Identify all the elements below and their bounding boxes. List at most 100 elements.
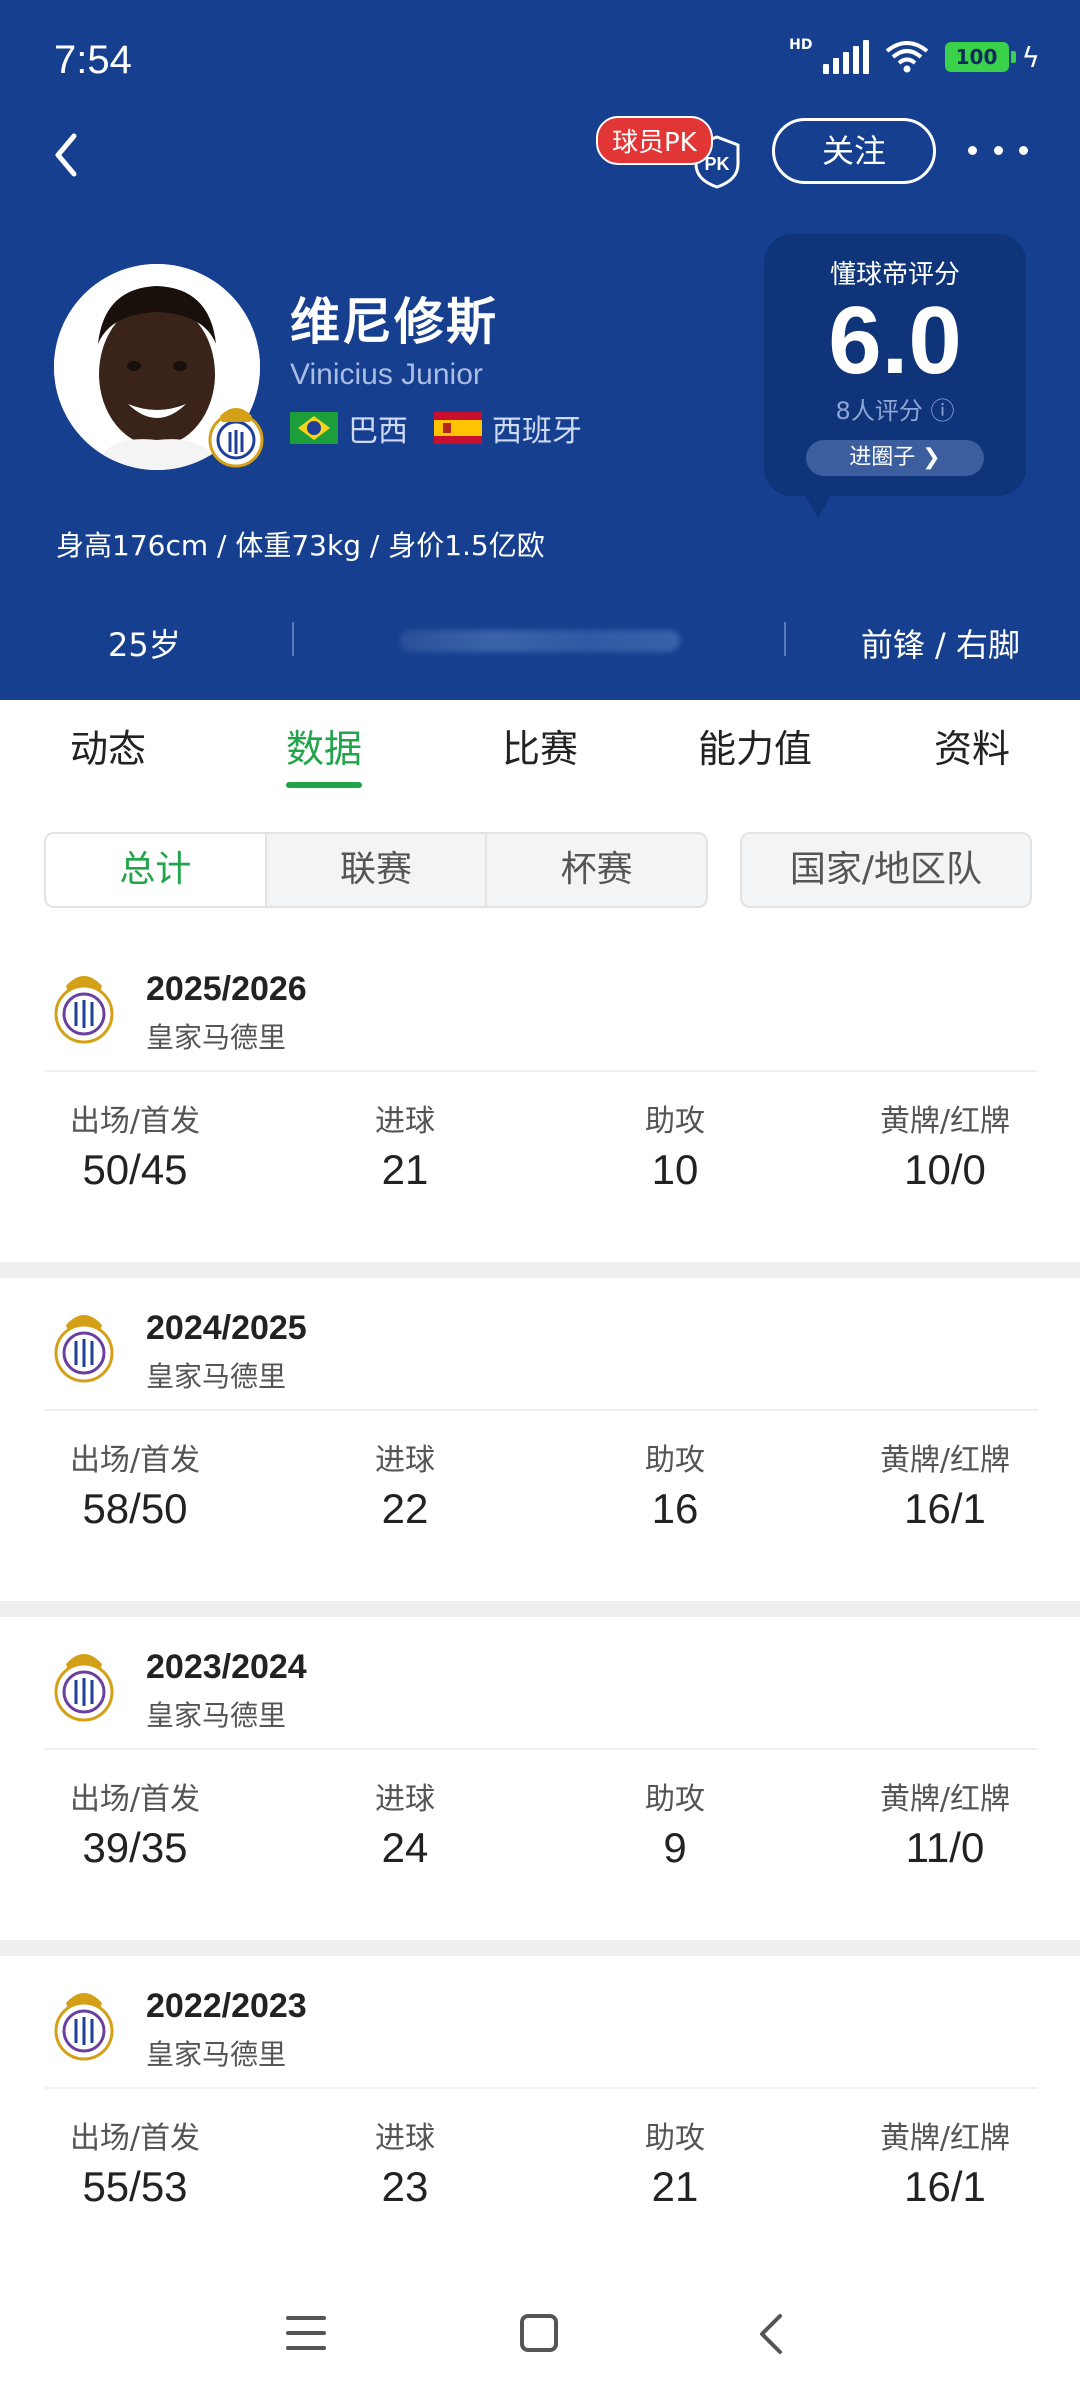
tab-feed[interactable]: 动态: [70, 718, 146, 773]
season-year: 2024/2025: [146, 1309, 307, 1347]
stat-value: 21: [651, 2163, 699, 2210]
stat-label: 进球: [375, 1443, 435, 1478]
nationalities: 巴西 西班牙: [290, 406, 582, 450]
stat-label: 黄牌/红牌: [879, 1782, 1011, 1817]
row-separator: [44, 1409, 1038, 1411]
tab-matches[interactable]: 比赛: [502, 718, 578, 773]
club-crest-icon: [52, 1301, 116, 1383]
stat-value: 9: [663, 1824, 687, 1871]
season-club: 皇家马德里: [146, 1021, 287, 1054]
rating-label: 懂球帝评分: [829, 260, 960, 290]
stat-cards: 黄牌/红牌 16/1: [830, 1435, 1060, 1533]
season-card[interactable]: 2024/2025 皇家马德里 出场/首发 58/50 进球 22 助攻 16 黄牌/红牌 16/…: [0, 1279, 1080, 1601]
status-bar: 7:54 HD 100 ϟ: [0, 0, 1080, 110]
stat-value: 23: [381, 2163, 429, 2210]
system-nav-bar: [0, 2284, 1080, 2400]
status-time: 7:54: [54, 38, 132, 82]
stat-label: 助攻: [645, 1443, 705, 1478]
stat-label: 进球: [375, 1104, 435, 1139]
battery-level: 100: [944, 42, 1009, 72]
player-header: 7:54 HD 100 ϟ PK 球员PK 关注 维尼修斯 Vinicius J…: [0, 0, 1080, 700]
player-english-name: Vinicius Junior: [290, 358, 483, 391]
stat-value: 50/45: [82, 1146, 188, 1193]
join-circle-button[interactable]: 进圈子 ❯: [806, 440, 984, 476]
player-name: 维尼修斯: [290, 293, 498, 351]
stat-value: 39/35: [82, 1824, 188, 1871]
stat-label: 进球: [375, 2121, 435, 2156]
divider: [784, 622, 786, 656]
tab-data[interactable]: 数据: [286, 718, 362, 773]
stat-value: 55/53: [82, 2163, 188, 2210]
stat-label: 黄牌/红牌: [879, 2121, 1011, 2156]
filter-league[interactable]: 联赛: [266, 834, 488, 906]
wifi-icon: [885, 41, 928, 73]
stat-label: 助攻: [645, 2121, 705, 2156]
stat-goals: 进球 22: [290, 1435, 520, 1533]
stat-assists: 助攻 16: [560, 1435, 790, 1533]
row-separator: [44, 1070, 1038, 1072]
tab-bar: 动态 数据 比赛 能力值 资料: [0, 700, 1080, 794]
club-crest-icon: [208, 408, 264, 468]
stat-value: 10: [651, 1146, 699, 1193]
stat-apps: 出场/首发 50/45: [20, 1096, 250, 1194]
stat-label: 出场/首发: [69, 1782, 201, 1817]
nationality-1: 巴西: [348, 414, 408, 449]
season-card[interactable]: 2022/2023 皇家马德里 出场/首发 55/53 进球 23 助攻 21 黄牌/红牌 16/…: [0, 1957, 1080, 2279]
stat-value: 16: [651, 1485, 699, 1532]
tab-ability[interactable]: 能力值: [698, 718, 812, 773]
stat-value: 11/0: [905, 1824, 985, 1871]
competition-filter: 总计 联赛 杯赛: [44, 832, 708, 908]
nationality-2: 西班牙: [492, 414, 582, 449]
stat-assists: 助攻 9: [560, 1774, 790, 1872]
stat-assists: 助攻 21: [560, 2113, 790, 2211]
active-tab-indicator: [286, 782, 362, 788]
rating-card[interactable]: 懂球帝评分 6.0 8人评分 ⓘ 进圈子 ❯: [764, 234, 1026, 518]
season-club: 皇家马德里: [146, 1699, 287, 1732]
season-year: 2022/2023: [146, 1987, 307, 2025]
divider: [292, 622, 294, 656]
stat-goals: 进球 21: [290, 1096, 520, 1194]
filter-total[interactable]: 总计: [46, 834, 267, 906]
stat-label: 出场/首发: [69, 1443, 201, 1478]
player-facts: 25岁 前锋 / 右脚: [0, 600, 1080, 680]
more-options-icon[interactable]: [968, 130, 1028, 170]
menu-icon[interactable]: [286, 2316, 326, 2350]
brazil-flag-icon: [290, 412, 338, 444]
row-separator: [44, 1748, 1038, 1750]
network-type: HD: [789, 37, 813, 53]
season-year: 2023/2024: [146, 1648, 307, 1686]
home-icon[interactable]: [520, 2314, 558, 2352]
stat-cards: 黄牌/红牌 10/0: [830, 1096, 1060, 1194]
stat-label: 黄牌/红牌: [879, 1443, 1011, 1478]
stat-apps: 出场/首发 39/35: [20, 1774, 250, 1872]
back-icon[interactable]: [756, 2312, 786, 2356]
season-card[interactable]: 2023/2024 皇家马德里出场/首发 39/35 进球 24 助攻 9 黄牌/红牌 11/0: [0, 1618, 1080, 1940]
pk-label: 球员PK: [596, 116, 713, 165]
stat-goals: 进球 24: [290, 1774, 520, 1872]
stat-value: 21: [381, 1146, 429, 1193]
charging-icon: ϟ: [1021, 40, 1040, 74]
stat-value: 10/0: [904, 1146, 986, 1193]
stat-value: 58/50: [82, 1485, 188, 1532]
stat-label: 助攻: [645, 1104, 705, 1139]
signal-icon: [822, 40, 869, 74]
top-nav: PK 球员PK 关注: [0, 110, 1080, 200]
stat-value: 16/1: [904, 1485, 986, 1532]
stat-goals: 进球 23: [290, 2113, 520, 2211]
stat-label: 出场/首发: [69, 1104, 201, 1139]
stat-label: 进球: [375, 1782, 435, 1817]
row-separator: [44, 2087, 1038, 2089]
spain-flag-icon: [434, 412, 482, 444]
filter-cup[interactable]: 杯赛: [487, 834, 706, 906]
filter-national-team[interactable]: 国家/地区队: [740, 832, 1032, 908]
back-arrow-icon[interactable]: [46, 128, 86, 182]
stat-cards: 黄牌/红牌 11/0: [830, 1774, 1060, 1872]
follow-button[interactable]: 关注: [772, 118, 936, 184]
player-pk-button[interactable]: PK 球员PK: [596, 116, 746, 196]
status-icons: HD 100 ϟ: [789, 37, 1040, 74]
player-age: 25岁: [108, 626, 181, 664]
season-card[interactable]: 2025/2026 皇家马德里出场/首发 50/45 进球 21 助攻 10 黄牌/红牌 10/…: [0, 940, 1080, 1262]
season-year: 2025/2026: [146, 970, 307, 1008]
player-position: 前锋 / 右脚: [860, 626, 1020, 664]
tab-profile[interactable]: 资料: [934, 718, 1010, 773]
